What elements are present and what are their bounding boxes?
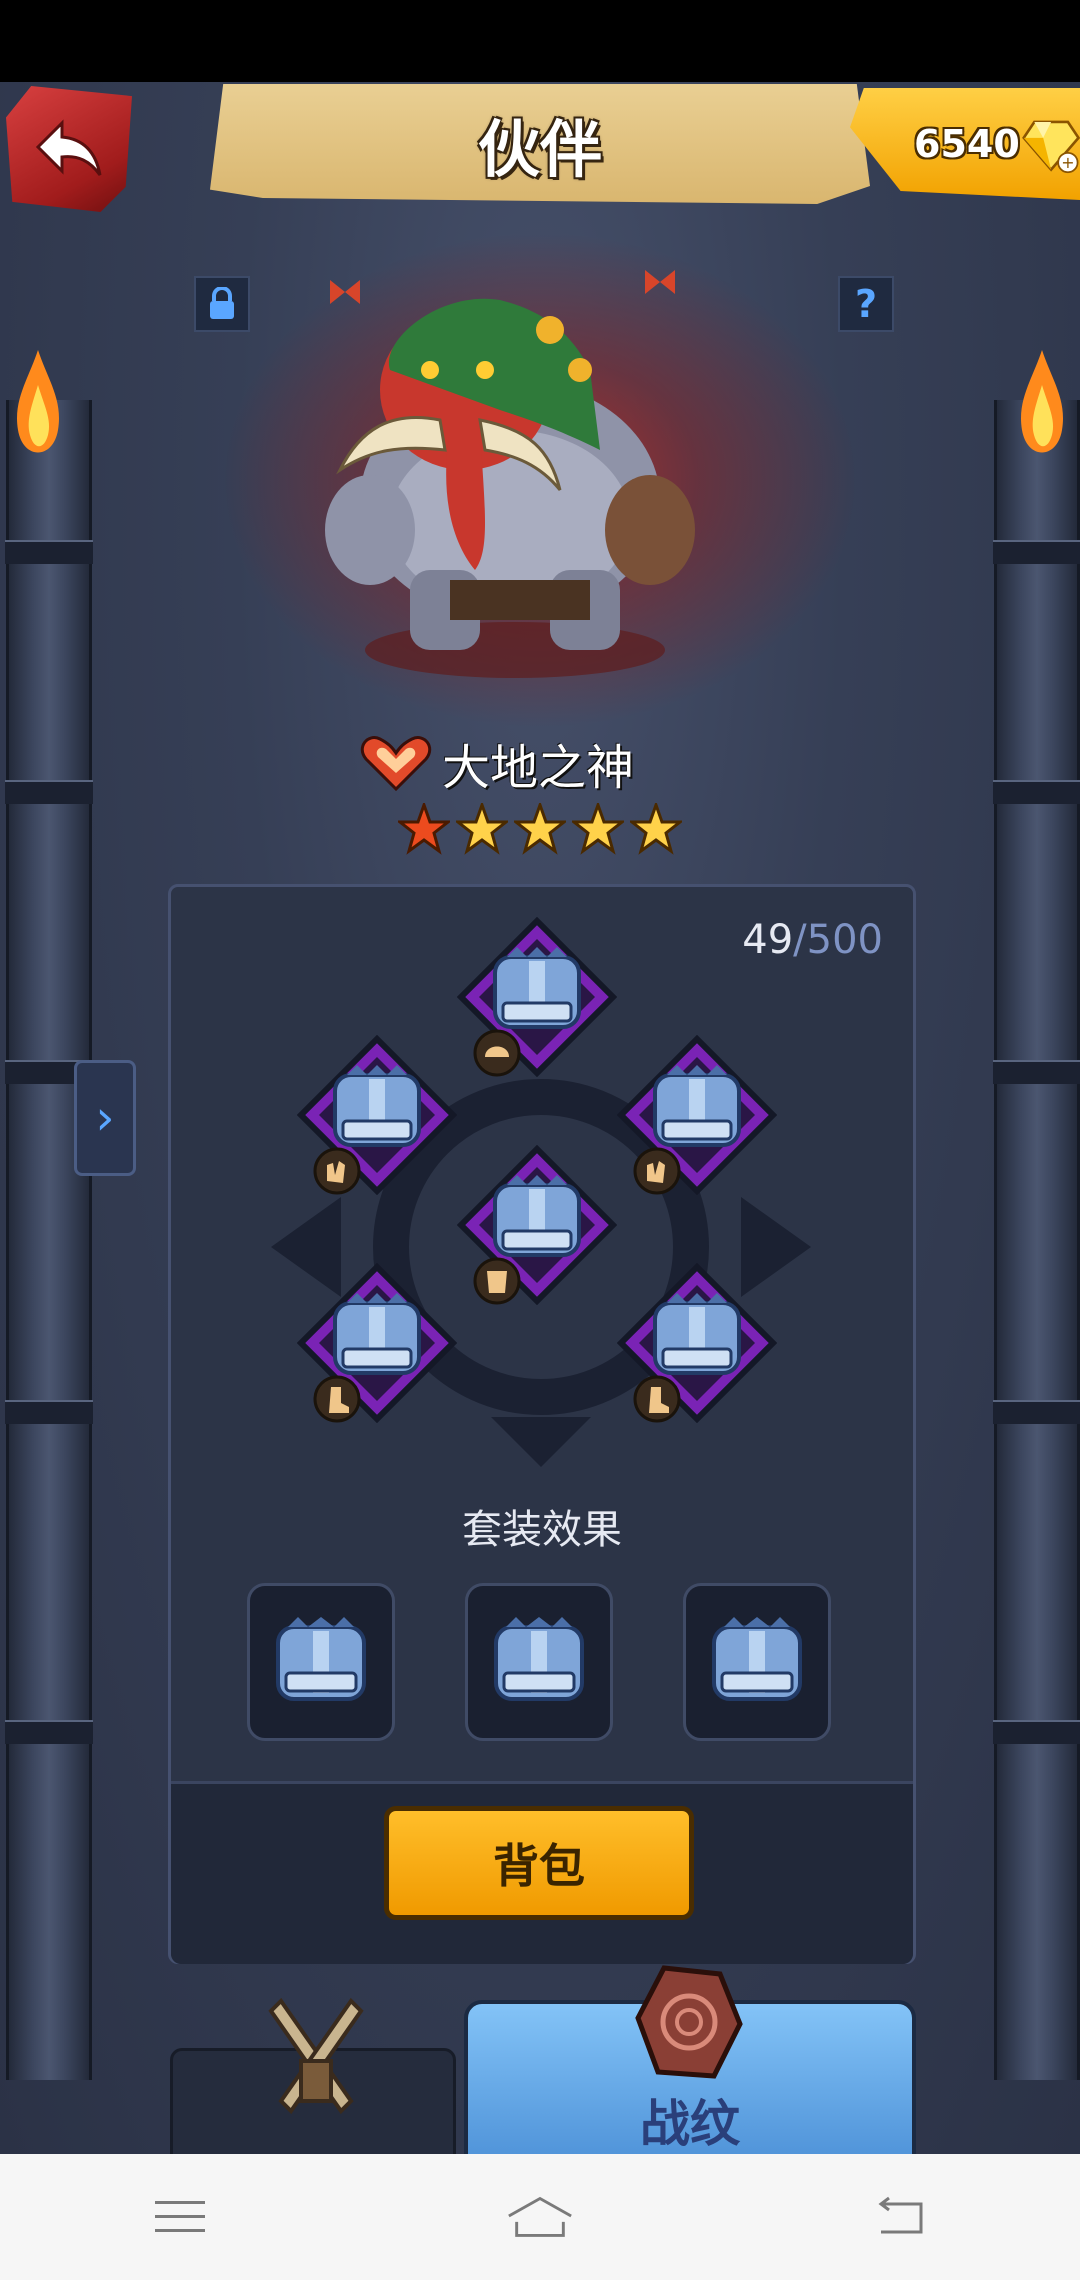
star-icon (456, 803, 508, 855)
tab-battle-pattern-label: 战纹 (640, 2095, 740, 2153)
gem-count: 6540 (914, 122, 1020, 166)
bag-button[interactable]: 背包 (384, 1806, 694, 1920)
equipment-panel: 49/500 套装效果 (168, 884, 916, 1964)
gem-icon: + (1021, 120, 1080, 174)
set-piece-icon (494, 1617, 584, 1701)
star-icon-red (398, 803, 450, 855)
hero-name: 大地之神 (442, 740, 635, 796)
equip-slot-armor[interactable] (457, 1145, 617, 1305)
page-title: 伙伴 (477, 113, 602, 186)
tab-battle-pattern[interactable]: 战纹 (464, 1965, 916, 2168)
rune-stone-icon (635, 1965, 743, 2079)
set-effect-slot[interactable] (247, 1583, 395, 1741)
equip-slot-glove-right[interactable] (617, 1035, 777, 1195)
left-pillar (5, 400, 93, 2080)
crossed-swords-icon (268, 1997, 364, 2115)
set-effect-title: 套装效果 (462, 1507, 622, 1553)
home-icon (508, 2196, 572, 2237)
exp-current: 49 (742, 917, 794, 963)
svg-text:+: + (1061, 153, 1074, 172)
home-nav-button[interactable] (505, 2192, 575, 2242)
set-piece-icon (276, 1617, 366, 1701)
return-icon (878, 2196, 923, 2234)
system-nav-bar (0, 2154, 1080, 2280)
hero-portrait (325, 270, 695, 678)
set-effect-slot[interactable] (465, 1583, 613, 1741)
tab-partner[interactable] (170, 1997, 456, 2164)
armor-icon (487, 1271, 507, 1293)
heart-rank-icon (360, 736, 432, 792)
set-piece-icon (712, 1617, 802, 1701)
title-banner: 伙伴 (210, 84, 870, 204)
back-arrow-icon (35, 119, 102, 176)
menu-icon (155, 2201, 205, 2232)
star-rating (398, 803, 682, 855)
equip-slot-helmet[interactable] (457, 917, 617, 1077)
hero-name-row: 大地之神 (360, 728, 634, 798)
exp-max: /500 (793, 917, 883, 963)
next-partner-arrow[interactable]: › (74, 1060, 136, 1176)
star-icon (572, 803, 624, 855)
left-torch-icon (17, 350, 59, 453)
back-nav-button[interactable] (865, 2192, 935, 2242)
star-icon (514, 803, 566, 855)
star-icon (630, 803, 682, 855)
equip-slot-boot-left[interactable] (297, 1263, 457, 1423)
back-button[interactable] (6, 86, 132, 212)
exp-counter: 49/500 (742, 917, 883, 963)
menu-nav-button[interactable] (145, 2192, 215, 2242)
equip-slot-glove-left[interactable] (297, 1035, 457, 1195)
right-torch-icon (1021, 350, 1063, 453)
chevron-right-icon: › (95, 1090, 115, 1146)
set-effect-slot[interactable] (683, 1583, 831, 1741)
equip-slot-boot-right[interactable] (617, 1263, 777, 1423)
right-pillar (993, 400, 1080, 2080)
status-bar (0, 0, 1080, 82)
